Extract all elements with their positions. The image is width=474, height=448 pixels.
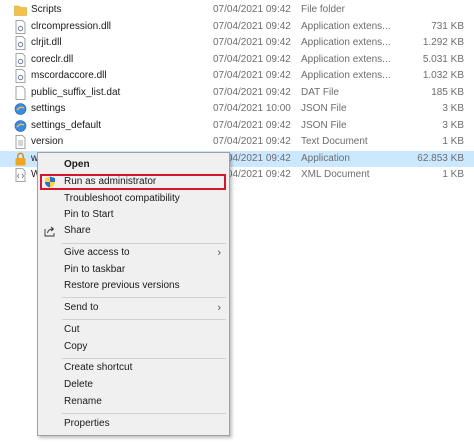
file-name: mscordaccore.dll — [31, 70, 107, 81]
menu-item-send-to[interactable]: Send to › — [38, 300, 229, 316]
menu-item-open[interactable]: Open — [38, 157, 229, 173]
file-size: 5.031 KB — [422, 53, 464, 65]
file-date: 07/04/2021 09:42 — [213, 20, 291, 32]
context-menu: Open Run as administrator Troubleshoot c… — [37, 152, 230, 436]
menu-item-troubleshoot-compatibility[interactable]: Troubleshoot compatibility — [38, 191, 229, 207]
file-size: 62.853 KB — [417, 152, 464, 164]
file-date: 07/04/2021 09:42 — [213, 136, 291, 147]
menu-item-share[interactable]: Share — [38, 223, 229, 239]
menu-item-label: Open — [64, 159, 90, 170]
file-size: 1.292 KB — [422, 37, 464, 48]
text-file-icon — [15, 135, 26, 149]
file-name: clrcompression.dll — [31, 20, 112, 32]
submenu-arrow-icon: › — [217, 247, 221, 259]
share-icon — [44, 226, 55, 237]
file-size: 3 KB — [442, 103, 464, 114]
lock-app-icon — [15, 152, 26, 165]
file-date: 07/04/2021 09:42 — [213, 70, 291, 81]
file-type: Application extens... — [301, 70, 391, 81]
file-type: JSON File — [301, 103, 347, 114]
file-name: settings_default — [31, 119, 102, 131]
file-row[interactable]: Scripts 07/04/2021 09:42 File folder — [0, 2, 474, 19]
menu-separator — [62, 297, 226, 298]
file-row[interactable]: public_suffix_list.dat 07/04/2021 09:42 … — [0, 85, 474, 102]
menu-item-label: Cut — [64, 324, 80, 335]
menu-item-label: Restore previous versions — [64, 280, 180, 291]
folder-icon — [14, 5, 27, 16]
xml-file-icon — [15, 168, 26, 182]
file-name: clrjit.dll — [31, 37, 62, 48]
menu-item-label: Share — [64, 225, 91, 236]
file-row[interactable]: clrcompression.dll 07/04/2021 09:42 Appl… — [0, 19, 474, 36]
menu-item-pin-to-start[interactable]: Pin to Start — [38, 207, 229, 223]
file-size: 1 KB — [442, 169, 464, 180]
menu-item-label: Send to — [64, 302, 99, 313]
highlight-box — [40, 174, 226, 190]
file-date: 07/04/2021 09:42 — [213, 86, 291, 98]
menu-item-label: Pin to taskbar — [64, 264, 126, 275]
file-type: Application extens... — [301, 20, 391, 32]
menu-item-rename[interactable]: Rename — [38, 394, 229, 410]
menu-item-label: Delete — [64, 379, 93, 390]
file-type: DAT File — [301, 86, 339, 98]
file-type: Application — [301, 152, 350, 164]
menu-item-label: Pin to Start — [64, 209, 114, 220]
menu-item-label: Give access to — [64, 247, 130, 258]
menu-item-give-access-to[interactable]: Give access to › — [38, 245, 229, 261]
menu-item-label: Properties — [64, 418, 110, 429]
file-name: version — [31, 136, 64, 147]
file-size: 1 KB — [442, 136, 464, 147]
menu-item-delete[interactable]: Delete — [38, 377, 229, 393]
menu-item-restore-previous-versions[interactable]: Restore previous versions — [38, 278, 229, 294]
dll-file-icon — [15, 52, 26, 67]
menu-item-copy[interactable]: Copy — [38, 339, 229, 355]
menu-separator — [62, 243, 226, 244]
menu-item-create-shortcut[interactable]: Create shortcut — [38, 360, 229, 376]
file-type: File folder — [301, 4, 345, 15]
file-date: 07/04/2021 09:42 — [213, 53, 291, 65]
menu-item-label: Create shortcut — [64, 362, 133, 373]
file-name: Scripts — [31, 4, 62, 15]
file-size: 185 KB — [431, 86, 464, 98]
file-row[interactable]: coreclr.dll 07/04/2021 09:42 Application… — [0, 52, 474, 69]
file-row[interactable]: settings 07/04/2021 10:00 JSON File 3 KB — [0, 101, 474, 118]
menu-separator — [62, 413, 226, 414]
file-size: 731 KB — [431, 20, 464, 32]
dll-file-icon — [15, 36, 26, 50]
json-file-icon — [14, 103, 27, 115]
file-size: 1.032 KB — [422, 70, 464, 81]
dll-file-icon — [15, 19, 26, 34]
json-file-icon — [14, 119, 27, 132]
file-row[interactable]: version 07/04/2021 09:42 Text Document 1… — [0, 134, 474, 151]
file-size: 3 KB — [442, 119, 464, 131]
menu-separator — [62, 319, 226, 320]
file-date: 07/04/2021 09:42 — [213, 4, 291, 15]
menu-item-cut[interactable]: Cut — [38, 322, 229, 338]
file-type: Text Document — [301, 136, 368, 147]
file-name: settings — [31, 103, 66, 114]
menu-item-label: Troubleshoot compatibility — [64, 193, 180, 204]
menu-item-label: Rename — [64, 396, 102, 407]
file-row[interactable]: mscordaccore.dll 07/04/2021 09:42 Applic… — [0, 68, 474, 85]
submenu-arrow-icon: › — [217, 302, 221, 314]
file-name: public_suffix_list.dat — [31, 86, 121, 98]
file-row[interactable]: settings_default 07/04/2021 09:42 JSON F… — [0, 118, 474, 135]
file-type: Application extens... — [301, 53, 391, 65]
menu-item-properties[interactable]: Properties — [38, 416, 229, 432]
file-type: JSON File — [301, 119, 347, 131]
document-icon — [15, 85, 26, 100]
dll-file-icon — [15, 69, 26, 83]
file-name: coreclr.dll — [31, 53, 74, 65]
file-type: XML Document — [301, 169, 370, 180]
file-date: 07/04/2021 09:42 — [213, 119, 291, 131]
file-date: 07/04/2021 09:42 — [213, 37, 291, 48]
menu-item-label: Copy — [64, 341, 88, 352]
menu-item-pin-to-taskbar[interactable]: Pin to taskbar — [38, 262, 229, 278]
file-date: 07/04/2021 10:00 — [213, 103, 291, 114]
file-row[interactable]: clrjit.dll 07/04/2021 09:42 Application … — [0, 35, 474, 52]
file-type: Application extens... — [301, 37, 391, 48]
menu-separator — [62, 358, 226, 359]
